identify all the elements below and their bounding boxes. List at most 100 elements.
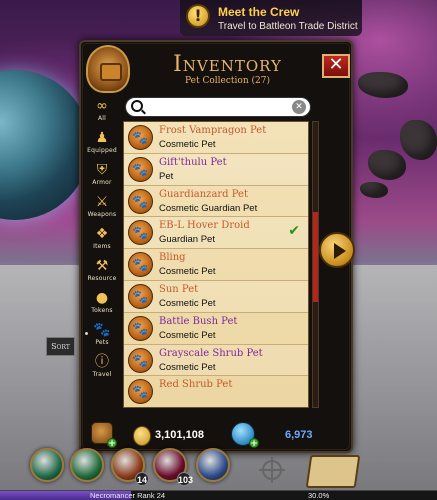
pet-paw-icon: 🐾 [128, 188, 153, 214]
paw-icon: 🐾 [93, 322, 111, 338]
items-icon: ❖ [95, 226, 109, 242]
sword-icon: ⚔ [95, 194, 109, 210]
pet-paw-icon: 🐾 [128, 125, 153, 150]
paw-print-icon: 🐾 [132, 131, 149, 146]
category-sidebar: ∞ All ♟ Equipped ⛨ Armor ⚔ Weapons ❖ Items ⚒ Resour… [85, 96, 119, 384]
search-icon [131, 100, 143, 112]
paw-print-icon: 🐾 [132, 321, 149, 337]
equipped-check-icon: ✔ [288, 223, 300, 240]
paw-print-icon: 🐾 [132, 258, 149, 274]
category-weapons[interactable]: ⚔ Weapons [85, 193, 119, 224]
buy-adventure-coins-button[interactable]: + [249, 438, 259, 449]
close-button[interactable]: ✕ [322, 54, 350, 78]
xp-percent: 30.0% [308, 491, 330, 500]
pet-name: EB-L Hover Droid [159, 220, 250, 232]
equipped-icon: ♟ [95, 130, 109, 146]
paw-print-icon: 🐾 [132, 385, 149, 401]
category-label: All [97, 115, 107, 122]
pet-item-row[interactable]: 🐾 Grayscale Shrub Pet Cosmetic Pet [124, 344, 308, 377]
category-label: Armor [92, 179, 112, 186]
next-arrow-button[interactable] [319, 232, 355, 268]
add-bag-space-button[interactable]: + [107, 438, 117, 449]
gold-coin-icon [133, 426, 151, 446]
pet-paw-icon: 🐾 [128, 379, 153, 405]
pet-item-row[interactable]: 🐾 Guardianzard Pet Cosmetic Guardian Pet [124, 186, 308, 218]
pet-type: Cosmetic Pet [159, 266, 216, 278]
paw-print-icon: 🐾 [132, 226, 149, 242]
backpack-icon [86, 45, 130, 93]
pet-item-row[interactable]: 🐾 Sun Pet Cosmetic Pet [124, 280, 308, 313]
pet-item-row[interactable]: 🐾 Battle Bush Pet Cosmetic Pet [124, 313, 308, 345]
pet-paw-icon: 🐾 [128, 220, 153, 246]
category-resource[interactable]: ⚒ Resource [85, 257, 119, 288]
category-armor[interactable]: ⛨ Armor [85, 161, 119, 192]
category-label: Travel [92, 371, 112, 378]
skill-5-icon[interactable] [196, 448, 230, 482]
pet-paw-icon: 🐾 [128, 252, 153, 278]
asteroid [360, 182, 388, 198]
category-items[interactable]: ❖ Items [85, 225, 119, 256]
pet-type: Cosmetic Pet [159, 329, 216, 341]
category-label: Items [93, 243, 111, 250]
scrollbar-thumb[interactable] [313, 212, 318, 302]
pet-paw-icon: 🐾 [128, 315, 153, 341]
armor-icon: ⛨ [96, 162, 108, 178]
adventure-coin-amount: 6,973 [285, 429, 313, 441]
search-input[interactable] [148, 100, 288, 114]
pet-name: Frost Vampragon Pet [159, 125, 267, 136]
search-bar[interactable]: ✕ [125, 97, 311, 117]
skill-cooldown-badge: 14 [135, 472, 149, 486]
travel-icon: ⓘ [95, 354, 109, 370]
pet-item-row[interactable]: 🐾 Bling Cosmetic Pet [124, 249, 308, 281]
pet-name: Guardianzard Pet [159, 188, 248, 200]
category-label: Pets [95, 339, 109, 346]
quest-title: Meet the Crew [218, 5, 300, 19]
pet-paw-icon: 🐾 [128, 347, 153, 373]
quest-alert-icon: ! [186, 4, 210, 28]
pet-name: Bling [159, 252, 186, 264]
pet-item-row[interactable]: 🐾 Gift'thulu Pet Pet [124, 153, 308, 186]
pet-item-row[interactable]: 🐾 Frost Vampragon Pet Cosmetic Pet [124, 122, 308, 154]
item-list: 🐾 Frost Vampragon Pet Cosmetic Pet 🐾 Gift'th… [123, 121, 309, 408]
pet-name: Sun Pet [159, 283, 199, 295]
pet-type: Cosmetic Pet [159, 139, 216, 150]
scrollbar[interactable] [312, 121, 319, 408]
pet-name: Battle Bush Pet [159, 315, 238, 327]
quest-tracker[interactable]: ! Meet the Crew Travel to Battleon Trade… [180, 0, 362, 36]
pet-name: Red Shrub Pet [159, 379, 233, 391]
category-label: Resource [87, 275, 117, 282]
category-all[interactable]: ∞ All [85, 97, 119, 128]
pet-name: Gift'thulu Pet [159, 156, 227, 168]
target-crosshair-icon[interactable] [259, 457, 285, 483]
pet-item-row[interactable]: 🐾 EB-L Hover Droid Guardian Pet ✔ [124, 217, 308, 250]
category-tokens[interactable]: ● Tokens [85, 289, 119, 320]
pet-type: Cosmetic Pet [159, 361, 216, 373]
pet-item-row[interactable]: 🐾 Red Shrub Pet [124, 376, 308, 407]
quest-subtitle: Travel to Battleon Trade District [218, 21, 358, 32]
currency-bar: + 3,101,108 + 6,973 [85, 414, 349, 450]
class-rank-label: Necromancer Rank 24 [90, 491, 166, 500]
token-icon: ● [95, 290, 109, 306]
category-travel[interactable]: ⓘ Travel [85, 353, 119, 384]
infinity-icon: ∞ [96, 98, 108, 114]
asteroid [368, 150, 406, 180]
category-label: Weapons [87, 211, 117, 218]
skill-cooldown-badge: 103 [177, 472, 193, 486]
skill-1-icon[interactable] [30, 448, 64, 482]
asteroid [400, 120, 437, 160]
category-equipped[interactable]: ♟ Equipped [85, 129, 119, 160]
clear-search-button[interactable]: ✕ [292, 100, 306, 114]
pet-type: Cosmetic Guardian Pet [159, 202, 258, 214]
category-pets[interactable]: 🐾 Pets [85, 321, 119, 352]
pet-type: Cosmetic Pet [159, 297, 216, 309]
inventory-window: Inventory Pet Collection (27) ✕ ∞ All ♟ Equ… [79, 40, 353, 453]
skill-2-icon[interactable] [70, 448, 104, 482]
active-indicator [85, 332, 88, 335]
sort-button[interactable]: Sort [46, 337, 75, 356]
resource-icon: ⚒ [95, 258, 109, 274]
quest-log-icon[interactable] [305, 455, 361, 488]
category-label: Tokens [91, 307, 113, 314]
category-label: Equipped [87, 147, 117, 154]
paw-print-icon: 🐾 [132, 162, 149, 178]
inventory-title: Inventory [173, 52, 282, 77]
